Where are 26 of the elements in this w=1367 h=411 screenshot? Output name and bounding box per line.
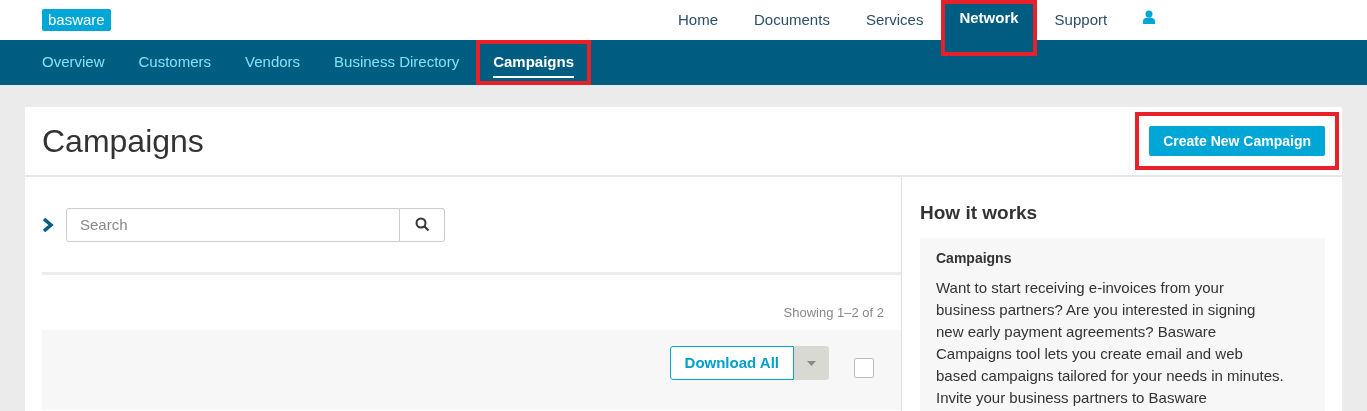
search-icon [414, 217, 430, 232]
subnav-tab[interactable]: Vendors [245, 51, 301, 74]
dropdown-button[interactable] [794, 346, 829, 380]
page-title: Campaigns [42, 122, 204, 161]
caret-icon [807, 360, 816, 366]
user-icon[interactable] [1143, 10, 1155, 24]
subnav-tab[interactable]: Business Directory [334, 51, 460, 74]
logo[interactable]: basware [42, 9, 111, 31]
section-heading: How it works [920, 201, 1039, 225]
nav-link[interactable]: Home [660, 0, 736, 40]
nav-link[interactable]: Support [1036, 0, 1126, 40]
info-title: Campaigns [936, 248, 1013, 268]
subnav-tab[interactable]: Overview [42, 51, 105, 74]
download-all-button[interactable]: Download All [669, 346, 794, 380]
nav-link[interactable]: Documents [736, 0, 848, 40]
subnav-tab[interactable]: Campaigns [493, 51, 574, 78]
create-campaign-button[interactable]: Create New Campaign [1149, 126, 1325, 156]
select-all-checkbox[interactable] [854, 358, 874, 378]
subnav-tab[interactable]: Customers [138, 51, 212, 74]
search-field[interactable]: Search [66, 207, 400, 242]
chevron-right-icon[interactable] [42, 216, 54, 233]
search-button[interactable] [400, 207, 445, 242]
info-text: Want to start receiving e-invoices from your business partners? Are you interested in signing new early payment agreements? Basware Campaigns tool lets you create email and web based campaigns tailored for your needs in minutes. Invite your business partners to Basware [936, 277, 1284, 408]
nav-link[interactable]: Services [847, 0, 942, 40]
result-count: Showing 1–2 of 2 [783, 304, 884, 322]
nav-link[interactable]: Network [941, 0, 1037, 56]
